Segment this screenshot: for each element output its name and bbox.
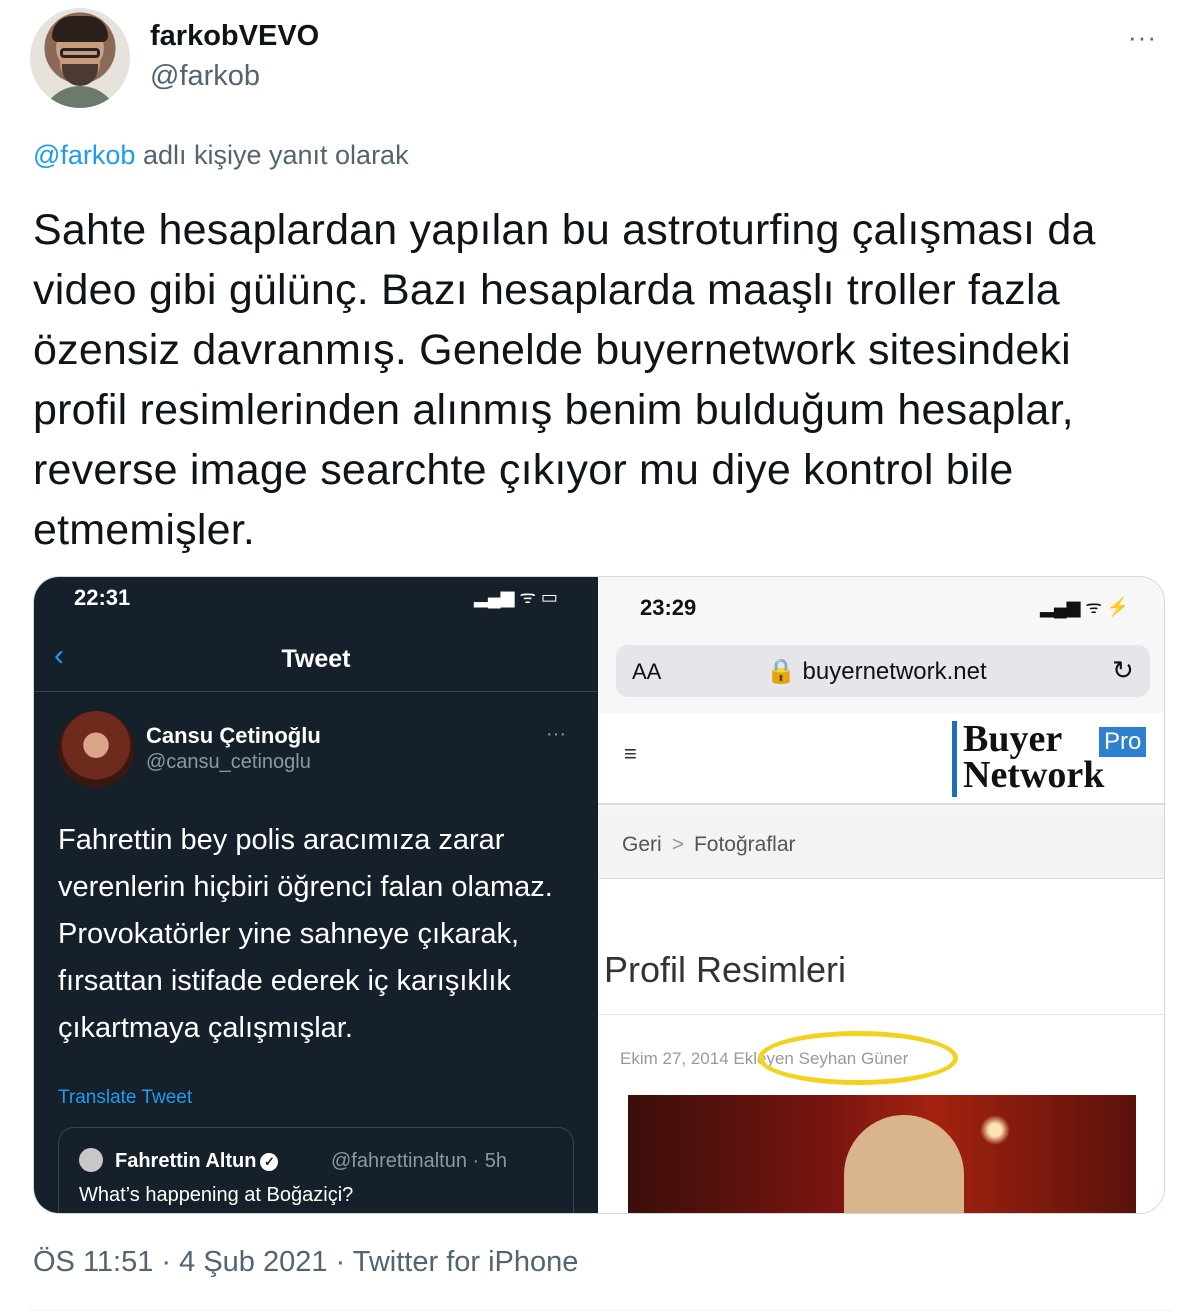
hamburger-menu-icon: ≡ <box>624 741 637 766</box>
site-header: ≡ Buyer Network Pro <box>598 713 1164 805</box>
user-handle[interactable]: @farkob <box>150 60 260 93</box>
breadcrumb-current: Fotoğraflar <box>693 833 796 856</box>
bottom-divider <box>30 1310 1172 1311</box>
avatar-beard <box>62 64 98 86</box>
reload-icon: ↻ <box>1112 655 1134 685</box>
quoted-author-name: Cansu Çetinoğlu <box>146 723 321 748</box>
section-divider <box>598 1014 1164 1015</box>
left-status-icons: ▂▄▆ ᯤ ▭ <box>474 587 558 607</box>
more-options-icon[interactable]: ··· <box>1128 22 1157 53</box>
tweet-timestamp-source[interactable]: ÖS 11:51 · 4 Şub 2021 · Twitter for iPho… <box>33 1246 578 1279</box>
right-status-icons: ▂▄▆ ᯤ ⚡ <box>1040 597 1130 617</box>
highlight-circle <box>758 1031 958 1085</box>
quote-text: What’s happening at Boğaziçi? <box>79 1184 354 1206</box>
embedded-quote: Fahrettin Altun ✓ @fahrettinaltun · 5h Wh… <box>58 1127 574 1213</box>
left-tweet-body: Fahrettin bey polis aracımıza zarar vere… <box>58 824 553 1044</box>
reply-mention-link[interactable]: @farkob <box>33 140 135 170</box>
avatar-hair <box>52 16 108 42</box>
text-size-icon: AA <box>632 659 662 684</box>
display-name[interactable]: farkobVEVO <box>150 20 319 53</box>
right-status-time: 23:29 <box>640 595 697 620</box>
left-page-title: Tweet <box>281 645 351 673</box>
avatar-glasses <box>60 48 100 58</box>
site-page-body: Profil Resimleri Ekim 27, 2014 Ekleyen S… <box>598 879 1164 1213</box>
buyernetwork-logo: Buyer Network Pro <box>952 720 1148 797</box>
profile-avatar[interactable] <box>30 8 130 108</box>
photo-subject <box>844 1115 964 1213</box>
tweet-media[interactable]: 22:31 ▂▄▆ ᯤ ▭ ‹ Tweet Cansu Çetinoğlu @c… <box>33 576 1165 1214</box>
photo-lamp <box>980 1115 1010 1145</box>
section-title: Profil Resimleri <box>604 949 847 990</box>
breadcrumb-separator: > <box>671 833 684 856</box>
reply-context: @farkob adlı kişiye yanıt olarak <box>33 140 409 171</box>
media-left-screenshot[interactable]: 22:31 ▂▄▆ ᯤ ▭ ‹ Tweet Cansu Çetinoğlu @c… <box>34 577 598 1213</box>
quote-avatar <box>79 1148 103 1172</box>
quoted-author-handle: @cansu_cetinoglu <box>146 751 311 773</box>
avatar-shirt <box>40 86 120 108</box>
media-right-screenshot[interactable]: 23:29 ▂▄▆ ᯤ ⚡ AA 🔒 buyernetwork.net ↻ ≡ … <box>598 577 1164 1213</box>
browser-url: 🔒 buyernetwork.net <box>766 658 987 685</box>
reply-suffix: adlı kişiye yanıt olarak <box>135 140 409 170</box>
quoted-author-avatar <box>58 711 134 787</box>
quote-author-name: Fahrettin Altun <box>115 1150 257 1172</box>
left-divider <box>34 691 598 692</box>
logo-line-2: Network <box>963 754 1105 796</box>
breadcrumb-text: Geri > Fotoğraflar <box>622 833 796 857</box>
profile-photo <box>628 1095 1136 1213</box>
left-status-time: 22:31 <box>74 585 131 610</box>
breadcrumb: Geri > Fotoğraflar <box>598 809 1164 879</box>
translate-link: Translate Tweet <box>58 1087 193 1108</box>
breadcrumb-back: Geri <box>622 833 662 856</box>
quote-handle-time: @fahrettinaltun · 5h <box>331 1150 507 1172</box>
verified-icon: ✓ <box>260 1153 279 1171</box>
tweet-text: Sahte hesaplardan yapılan bu astroturfin… <box>33 206 1096 554</box>
quote-author: Fahrettin Altun ✓ <box>115 1150 279 1173</box>
left-more-icon: ··· <box>546 723 566 745</box>
browser-url-bar: AA 🔒 buyernetwork.net ↻ <box>616 645 1150 697</box>
logo-pro-badge: Pro <box>1099 727 1147 757</box>
